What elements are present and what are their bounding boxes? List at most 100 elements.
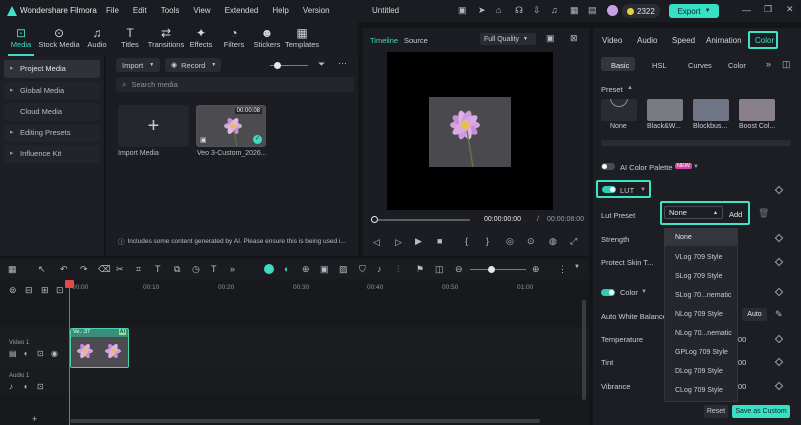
audio-mixer-icon[interactable]: ⫶ [397,264,399,275]
zoom-out-icon[interactable]: ⊖ [455,264,463,275]
tab-animation[interactable]: Animation [706,36,742,45]
timeline-vertical-scrollbar[interactable] [582,300,586,400]
sidebar-item-project-media[interactable]: ▸ Project Media [4,60,100,78]
fullscreen-icon[interactable]: ⊠ [570,33,578,44]
drag-handle-icon[interactable]: ⋮ [558,264,567,275]
preset-boost-color[interactable] [739,99,775,121]
chevron-up-icon[interactable]: ▲ [627,85,633,91]
subtab-hsl[interactable]: HSL [652,61,667,70]
bell-icon[interactable]: ♫ [551,5,558,15]
compare-icon[interactable]: ◫ [782,59,791,70]
preset-scrollbar[interactable] [601,140,791,146]
track-volume-icon[interactable]: ◖ [23,382,28,391]
tab-media[interactable]: ⊡ Media [8,26,34,49]
add-track-icon[interactable]: + [32,414,37,424]
lock-icon[interactable]: ⊡ [56,285,64,296]
lut-option-gplog[interactable]: GPLog 709 Style [675,349,728,356]
color-match-icon[interactable]: ⊕ [302,264,310,275]
zoom-in-icon[interactable]: ⊕ [532,264,540,275]
tab-titles[interactable]: T Titles [118,26,142,49]
undo-icon[interactable]: ↶ [60,264,68,275]
split-icon[interactable]: ✂ [116,264,124,275]
sidebar-item-cloud-media[interactable]: Cloud Media [4,103,100,121]
tab-templates[interactable]: ▦ Templates [285,26,319,49]
chevron-down-icon[interactable]: ▼ [640,187,646,193]
step-back-icon[interactable]: ▷ [395,237,402,248]
quality-select[interactable]: Full Quality ▼ [480,33,536,45]
tab-video[interactable]: Video [602,36,622,45]
render-preview-icon[interactable]: ◫ [435,264,444,275]
import-media-tile[interactable]: + [118,105,189,147]
menu-file[interactable]: File [106,6,119,15]
more-icon[interactable]: ⋯ [338,58,347,69]
ai-text-icon[interactable]: T [211,264,217,274]
link-icon[interactable]: ⊟ [25,285,33,296]
lut-preset-select[interactable]: None ▲ [664,206,723,219]
trash-icon[interactable]: 🗑 [758,208,769,219]
headset-icon[interactable]: ☊ [515,5,523,16]
crop-icon[interactable]: ⌗ [136,264,141,275]
lut-option-slog[interactable]: SLog 709 Style [675,273,722,280]
stop-icon[interactable]: ■ [437,236,442,246]
timeline-zoom-handle[interactable] [488,266,495,273]
reset-button[interactable]: Reset [704,405,728,418]
download-icon[interactable]: ⇩ [533,5,541,16]
preset-none[interactable] [601,99,637,121]
preview-progress-handle[interactable] [371,216,378,223]
close-icon[interactable]: ✕ [786,4,794,15]
playhead-handle[interactable] [65,280,74,288]
transform-icon[interactable]: ⧉ [174,264,180,275]
tab-source[interactable]: Source [404,36,428,45]
tab-speed[interactable]: Speed [672,36,695,45]
image-icon[interactable]: ▨ [339,264,348,275]
eye-icon[interactable]: ◉ [51,349,58,358]
media-clip-thumbnail[interactable]: 00:00:08 ✓ ▣ [196,105,266,147]
menu-help[interactable]: Help [272,6,288,15]
snapshot-icon[interactable]: ▣ [546,33,555,44]
tab-stock-media[interactable]: ⊙ Stock Media [38,26,80,49]
lut-option-clog[interactable]: CLog 709 Style [675,387,723,394]
render-icon[interactable]: ◎ [506,236,514,247]
tab-stickers[interactable]: ☻ Stickers [253,26,281,49]
mic-icon[interactable]: ♪ [377,264,382,274]
lut-option-vlog[interactable]: VLog 709 Style [675,254,722,261]
lut-option-dlog[interactable]: DLog 709 Style [675,368,723,375]
delete-icon[interactable]: ⌫ [98,264,111,275]
magnet-icon[interactable]: ⊞ [41,285,49,296]
tint-value[interactable]: 00 [738,358,746,367]
subtab-color[interactable]: Color [728,61,746,70]
text-icon[interactable]: T [155,264,161,274]
sidebar-item-global-media[interactable]: ▸ Global Media [4,82,100,100]
ai-mate-icon[interactable]: ◐ [284,264,289,274]
lut-option-nlog[interactable]: NLog 709 Style [675,311,723,318]
menu-view[interactable]: View [193,6,210,15]
menu-tools[interactable]: Tools [161,6,180,15]
lut-option-nlog-cinematic[interactable]: NLog 70...nematic [675,330,732,337]
save-icon[interactable]: ▣ [458,5,467,16]
sidebar-item-editing-presets[interactable]: ▸ Editing Presets [4,124,100,142]
track-lock-icon[interactable]: ⊡ [37,349,44,358]
more-tools-icon[interactable]: » [230,264,235,274]
preset-blockbuster[interactable] [693,99,729,121]
save-as-custom-button[interactable]: Save as Custom [732,405,790,418]
chevron-down-icon[interactable]: ▼ [574,264,580,270]
tab-effects[interactable]: ✦ Effects [188,26,214,49]
tab-audio[interactable]: ♫ Audio [84,26,110,49]
shield-icon[interactable]: ⛉ [359,264,366,275]
track-lock-icon[interactable]: ⊡ [37,382,44,391]
chevron-down-icon[interactable]: ▼ [641,289,647,295]
pip-icon[interactable]: ▣ [320,264,329,275]
subtab-basic[interactable]: Basic [611,61,629,70]
tab-timeline[interactable]: Timeline [370,36,398,45]
expand-icon[interactable]: ⤢ [570,236,577,247]
auto-button[interactable]: Auto [742,308,767,321]
ai-tool-icon[interactable] [264,264,274,274]
filter-icon[interactable]: ⏷ [318,59,325,70]
export-button[interactable]: Export ▼ [669,4,719,18]
play-icon[interactable]: ▶ [415,236,422,247]
camera-icon[interactable]: ⊙ [527,236,535,247]
menu-extended[interactable]: Extended [225,6,259,15]
lut-option-none[interactable]: None [675,234,692,241]
timeline-zoom-slider[interactable] [470,269,526,270]
tab-filters[interactable]: ◔ Filters [222,26,246,49]
